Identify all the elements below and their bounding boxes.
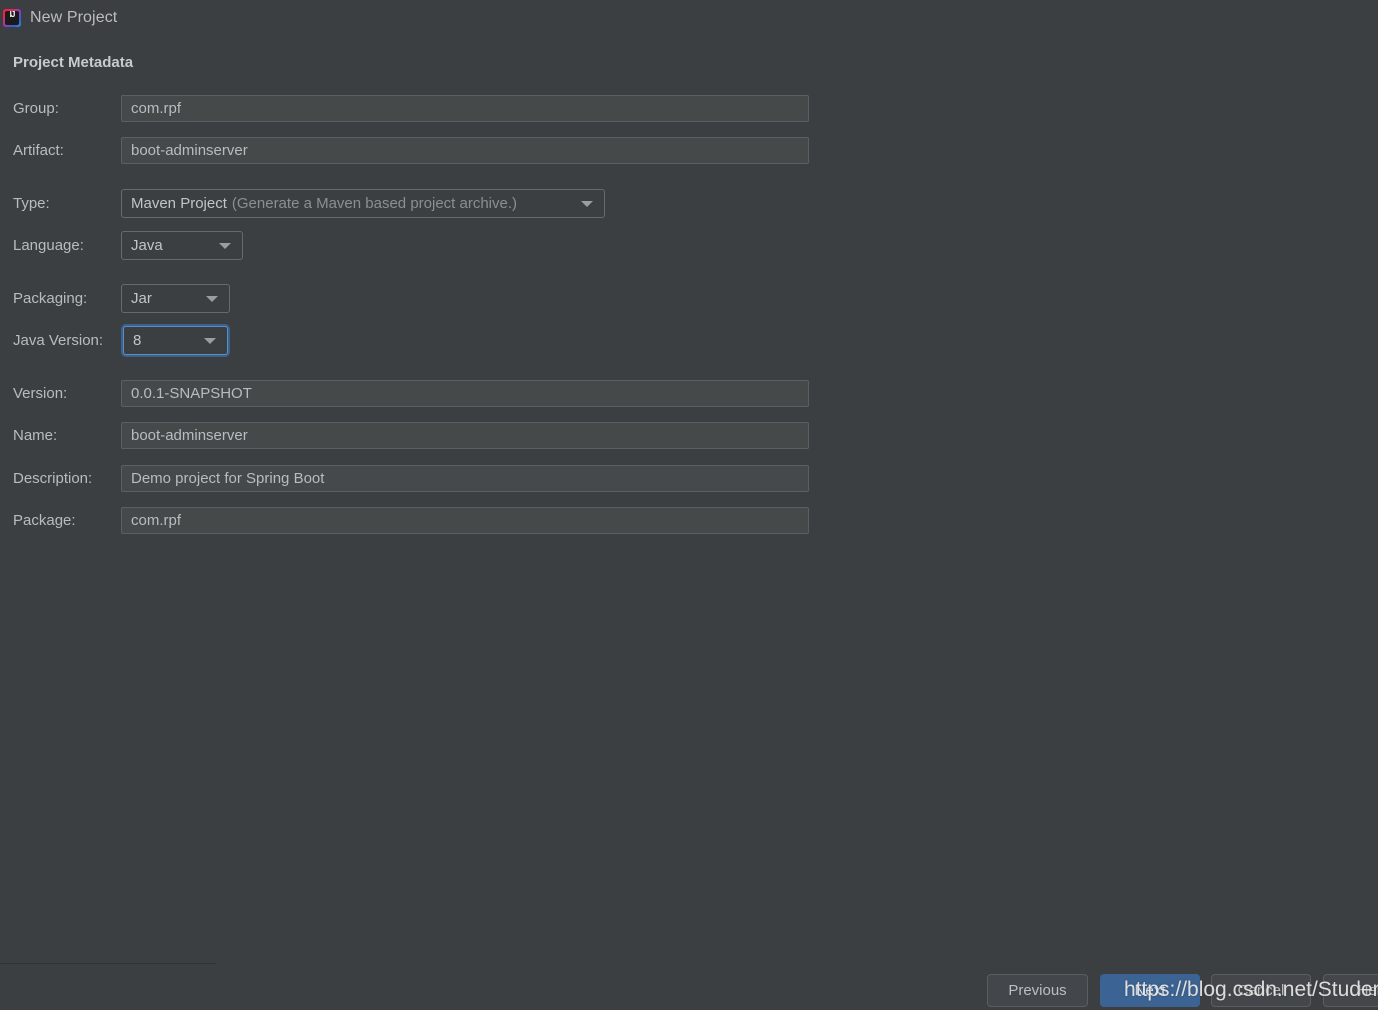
input-description[interactable]: Demo project for Spring Boot <box>121 465 809 492</box>
chevron-down-icon <box>219 242 231 249</box>
combo-language[interactable]: Java <box>121 231 243 260</box>
input-version[interactable]: 0.0.1-SNAPSHOT <box>121 380 809 407</box>
combo-type-hint: (Generate a Maven based project archive.… <box>231 195 518 212</box>
label-description: Description: <box>13 470 93 487</box>
label-version: Version: <box>13 385 68 402</box>
combo-type-value: Maven Project <box>131 195 227 212</box>
cancel-button[interactable]: Cancel <box>1211 974 1311 1007</box>
page-title: Project Metadata <box>13 54 134 71</box>
label-artifact: Artifact: <box>13 142 64 159</box>
input-name[interactable]: boot-adminserver <box>121 422 809 449</box>
chevron-down-icon <box>206 295 218 302</box>
intellij-idea-icon: IJ <box>2 8 22 28</box>
next-button[interactable]: Next <box>1100 974 1200 1007</box>
chevron-down-icon <box>581 200 593 207</box>
dialog-button-bar: Previous Next Cancel Help <box>0 974 1378 1010</box>
window-title: New Project <box>30 9 118 26</box>
app-icon-label: IJ <box>9 10 16 19</box>
title-bar: IJ New Project <box>0 0 1378 36</box>
combo-language-value: Java <box>131 237 163 254</box>
input-package[interactable]: com.rpf <box>121 507 809 534</box>
bottom-divider <box>0 963 216 964</box>
combo-java-version-value: 8 <box>133 332 142 349</box>
label-group: Group: <box>13 100 59 117</box>
previous-button[interactable]: Previous <box>987 974 1088 1007</box>
label-package: Package: <box>13 512 76 529</box>
label-name: Name: <box>13 427 58 444</box>
combo-packaging[interactable]: Jar <box>121 284 230 313</box>
label-language: Language: <box>13 237 84 254</box>
combo-packaging-value: Jar <box>131 290 152 307</box>
combo-java-version[interactable]: 8 <box>123 326 228 355</box>
label-java-version: Java Version: <box>13 332 104 349</box>
chevron-down-icon <box>204 337 216 344</box>
label-type: Type: <box>13 195 50 212</box>
combo-type[interactable]: Maven Project (Generate a Maven based pr… <box>121 189 605 218</box>
input-group[interactable]: com.rpf <box>121 95 809 122</box>
label-packaging: Packaging: <box>13 290 88 307</box>
help-button[interactable]: Help <box>1323 974 1378 1007</box>
input-artifact[interactable]: boot-adminserver <box>121 137 809 164</box>
